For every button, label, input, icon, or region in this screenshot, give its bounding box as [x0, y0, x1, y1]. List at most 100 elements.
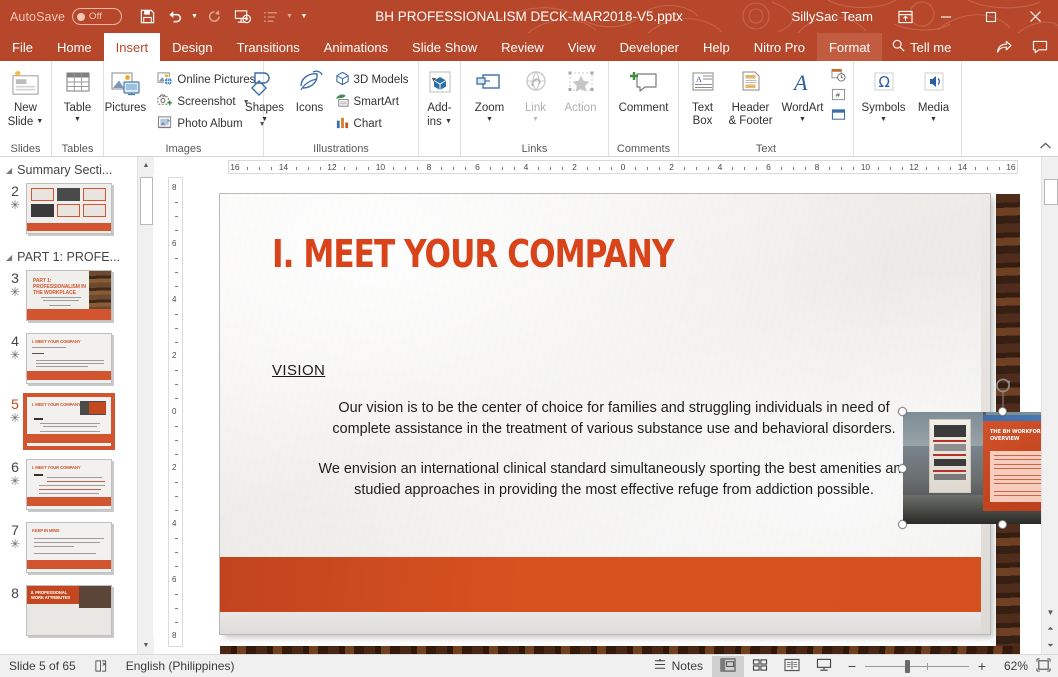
close-button[interactable] — [1013, 0, 1058, 33]
tell-me-box[interactable]: Tell me — [882, 33, 959, 61]
undo-icon[interactable] — [162, 4, 188, 30]
zoom-slider[interactable]: − + — [840, 658, 994, 674]
link-button[interactable]: Link ▼ — [514, 64, 558, 124]
slide-number-button[interactable]: # — [827, 86, 850, 106]
zoom-knob[interactable] — [905, 659, 910, 673]
zoom-level[interactable]: 62% — [994, 659, 1028, 673]
slide-section-label[interactable]: VISION — [272, 362, 325, 379]
slide-canvas-area[interactable]: I. MEET YOUR COMPANY VISION Our vision i… — [186, 177, 1058, 668]
tab-help[interactable]: Help — [691, 33, 742, 61]
reading-view-button[interactable] — [776, 656, 808, 677]
tab-animations[interactable]: Animations — [312, 33, 400, 61]
fit-to-window-button[interactable] — [1028, 656, 1058, 677]
undo-dropdown-caret[interactable]: ▼ — [190, 4, 199, 30]
scroll-up-button[interactable]: ▲ — [138, 157, 154, 174]
list-item[interactable]: 6 ✳ I. MEET YOUR COMPANY — [0, 457, 137, 520]
slide-area-scrollbar[interactable]: ▼ ⏶ ⏷ — [1041, 157, 1058, 654]
account-team-name[interactable]: SillySac Team — [792, 9, 873, 24]
object-button[interactable] — [827, 106, 850, 126]
thumbnail-pane-scrollbar[interactable]: ▲ ▼ — [137, 157, 154, 654]
zoom-in-button[interactable]: + — [976, 658, 988, 674]
slide-thumbnail[interactable]: PART 1: PROFESSIONALISM IN THE WORKPLACE — [26, 270, 112, 321]
tab-home[interactable]: Home — [45, 33, 104, 61]
wordart-button[interactable]: A WordArt ▼ — [779, 64, 827, 124]
autosave-toggle[interactable]: Off — [72, 8, 123, 25]
slide-thumbnail[interactable]: II. PROFESSIONAL WORK ATTRIBUTES — [26, 585, 112, 636]
customize-qat-caret[interactable]: ▼ — [296, 4, 312, 30]
list-item[interactable]: 2 ✳ — [0, 181, 137, 244]
pictures-button[interactable]: Pictures — [97, 64, 153, 115]
zoom-caret[interactable]: ▼ — [486, 116, 493, 124]
text-box-button[interactable]: A Text Box — [683, 64, 723, 128]
tab-slide-show[interactable]: Slide Show — [400, 33, 489, 61]
header-footer-button[interactable]: Header & Footer — [723, 64, 779, 128]
previous-slide-button[interactable]: ⏶ — [1042, 621, 1058, 637]
list-dropdown-caret[interactable]: ▼ — [285, 4, 294, 30]
section-collapse-triangle-icon[interactable]: ◢ — [6, 253, 12, 262]
media-button[interactable]: Media ▼ — [910, 64, 958, 124]
redo-icon[interactable] — [201, 4, 227, 30]
resize-handle-nw[interactable] — [898, 407, 907, 416]
slide-thumbnail[interactable]: I. MEET YOUR COMPANY — [26, 333, 112, 384]
zoom-track[interactable] — [865, 659, 969, 673]
section-header-summary[interactable]: ◢ Summary Secti... — [0, 157, 137, 181]
minimize-button[interactable] — [923, 0, 968, 33]
list-item[interactable]: 3 ✳ PART 1: PROFESSIONALISM IN THE WORKP… — [0, 268, 137, 331]
symbols-button[interactable]: Ω Symbols ▼ — [858, 64, 910, 124]
slide-sorter-button[interactable] — [744, 656, 776, 677]
comment-button[interactable]: Comment — [612, 64, 676, 115]
date-time-button[interactable] — [827, 66, 850, 86]
collapse-ribbon-icon[interactable] — [1039, 141, 1052, 154]
scrollbar-thumb[interactable] — [140, 177, 153, 225]
save-icon[interactable] — [134, 4, 160, 30]
tab-view[interactable]: View — [556, 33, 608, 61]
slide-thumbnail[interactable] — [26, 183, 112, 234]
action-button[interactable]: Action — [558, 64, 604, 115]
selected-picture[interactable]: THE BH WORKFORCE: SHORT OVERVIEW — [898, 378, 1058, 529]
section-header-part1[interactable]: ◢ PART 1: PROFE... — [0, 244, 137, 268]
tab-format[interactable]: Format — [816, 33, 883, 61]
tab-review[interactable]: Review — [489, 33, 556, 61]
scroll-down-button[interactable]: ▼ — [138, 637, 154, 654]
spellcheck-icon[interactable] — [85, 659, 117, 673]
symbols-caret[interactable]: ▼ — [880, 116, 887, 124]
tab-design[interactable]: Design — [160, 33, 224, 61]
list-item[interactable]: 5 ✳ I. MEET YOUR COMPANY — [0, 393, 137, 457]
resize-handle-sw[interactable] — [898, 520, 907, 529]
zoom-out-button[interactable]: − — [846, 658, 858, 674]
resize-handle-n[interactable] — [998, 407, 1007, 416]
normal-view-button[interactable] — [712, 655, 744, 677]
shapes-caret[interactable]: ▼ — [261, 116, 268, 124]
media-caret[interactable]: ▼ — [930, 116, 937, 124]
list-item[interactable]: 4 ✳ I. MEET YOUR COMPANY — [0, 331, 137, 394]
add-ins-button[interactable]: Add-ins ▼ — [421, 64, 459, 129]
next-slide-button[interactable]: ⏷ — [1042, 638, 1058, 654]
ribbon-display-options-icon[interactable] — [887, 0, 923, 33]
current-slide[interactable]: I. MEET YOUR COMPANY VISION Our vision i… — [220, 194, 990, 634]
notes-button[interactable]: Notes — [644, 658, 712, 674]
slide-thumbnail-selected[interactable]: I. MEET YOUR COMPANY — [23, 393, 115, 450]
comments-icon[interactable] — [1022, 33, 1058, 61]
list-icon[interactable] — [257, 4, 283, 30]
language-indicator[interactable]: English (Philippines) — [117, 659, 244, 673]
section-collapse-triangle-icon[interactable]: ◢ — [6, 166, 12, 175]
tab-insert[interactable]: Insert — [103, 33, 161, 61]
tab-developer[interactable]: Developer — [608, 33, 691, 61]
tab-nitro-pro[interactable]: Nitro Pro — [742, 33, 817, 61]
tab-file[interactable]: File — [0, 33, 45, 61]
table-caret[interactable]: ▼ — [74, 116, 81, 124]
resize-handle-w[interactable] — [898, 463, 907, 473]
zoom-button[interactable]: Zoom ▼ — [466, 64, 514, 124]
list-item[interactable]: 7 ✳ KEEP IN MIND — [0, 520, 137, 583]
tab-transitions[interactable]: Transitions — [225, 33, 312, 61]
slide-body-text[interactable]: Our vision is to be the center of choice… — [308, 398, 920, 501]
slideshow-icon[interactable] — [229, 4, 255, 30]
list-item[interactable]: 8 II. PROFESSIONAL WORK ATTRIBUTES — [0, 583, 137, 646]
shapes-button[interactable]: Shapes ▼ — [241, 64, 289, 124]
slide-counter[interactable]: Slide 5 of 65 — [0, 659, 85, 673]
new-slide-button[interactable]: New Slide ▼ — [0, 64, 52, 129]
slide-thumbnail[interactable]: I. MEET YOUR COMPANY — [26, 459, 112, 510]
share-icon[interactable] — [986, 33, 1022, 61]
slide-title[interactable]: I. MEET YOUR COMPANY — [272, 232, 674, 276]
rotate-handle[interactable] — [993, 376, 1012, 395]
